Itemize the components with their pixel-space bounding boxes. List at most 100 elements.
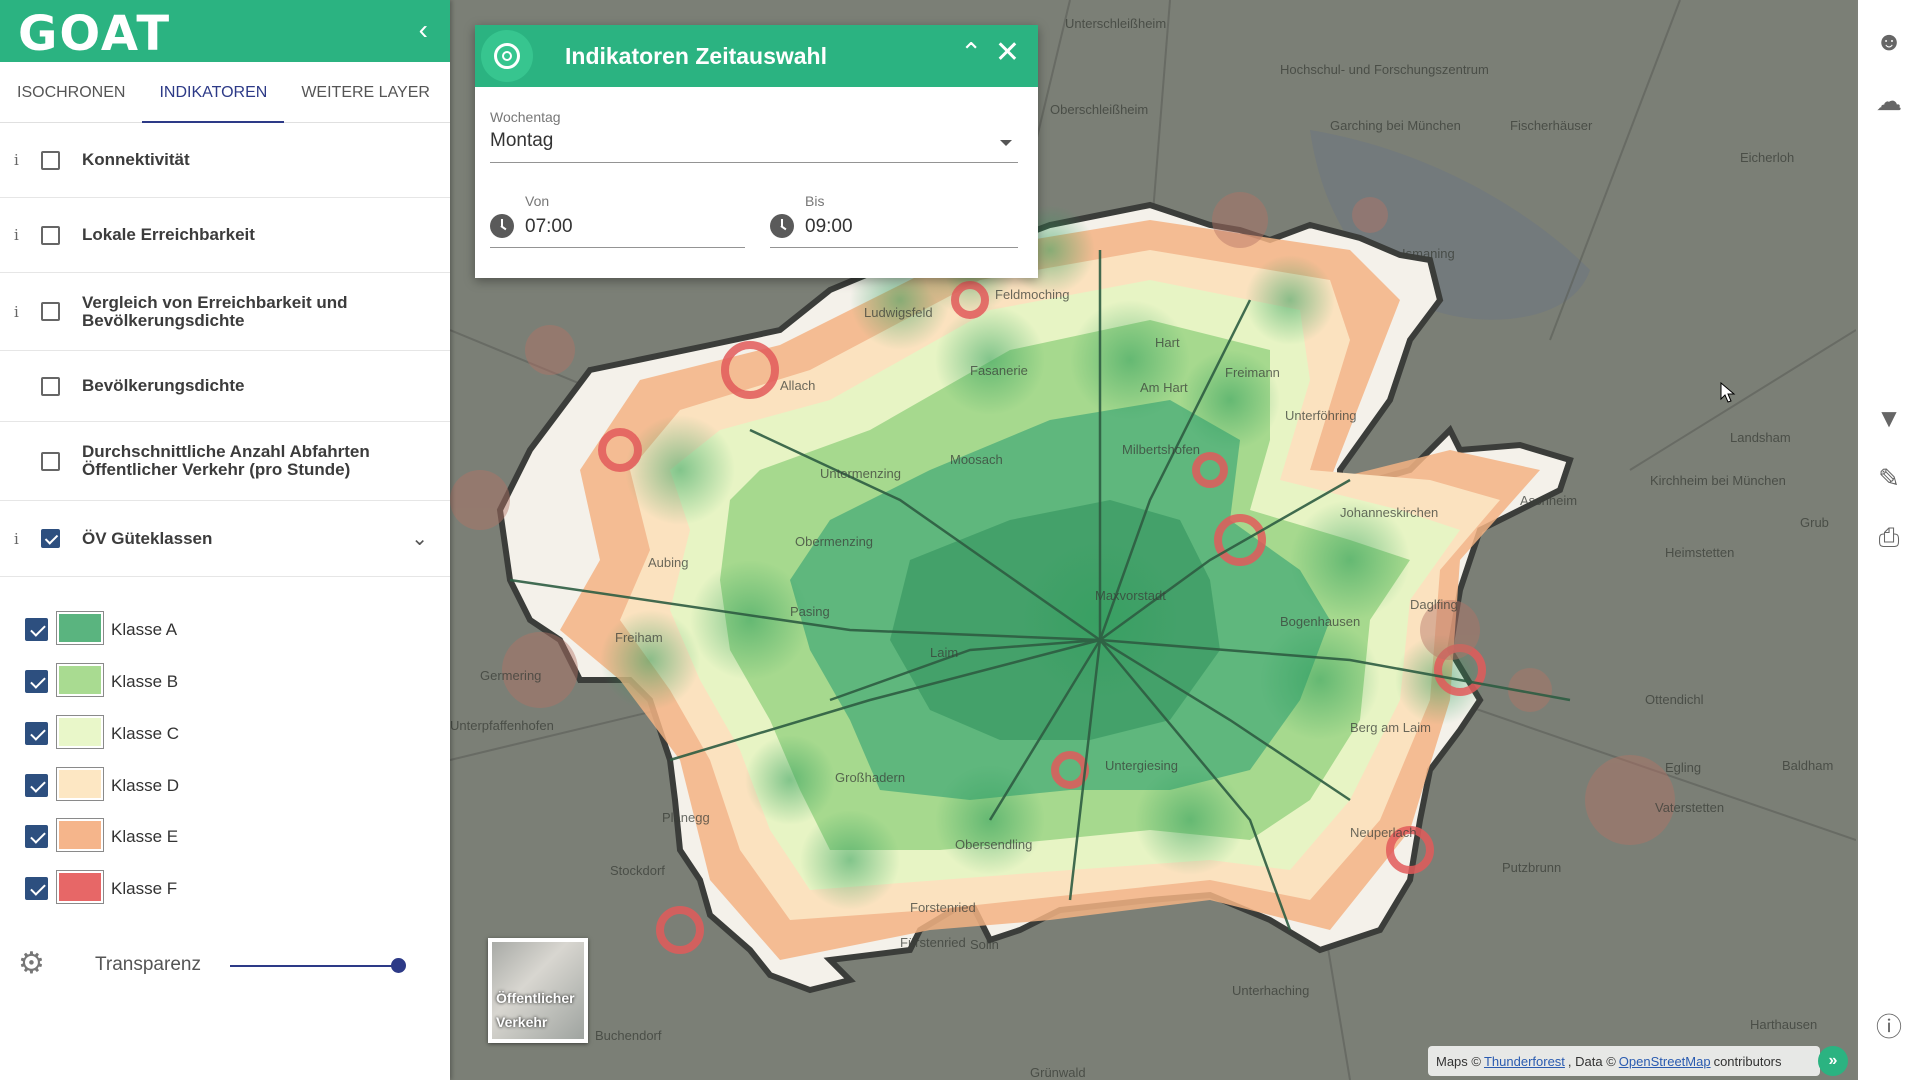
sidebar: GOAT ‹ ISOCHRONEN INDIKATOREN WEITERE LA…: [0, 0, 450, 1080]
map-label: Kirchheim bei München: [1650, 473, 1786, 488]
transparency-control: ⚙ Transparenz: [0, 940, 450, 992]
map-label: Johanneskirchen: [1340, 505, 1439, 520]
legend-checkbox[interactable]: [25, 670, 48, 693]
legend-checkbox[interactable]: [25, 877, 48, 900]
from-underline: [490, 247, 745, 248]
cloud-icon[interactable]: ☁: [1874, 86, 1904, 116]
legend-checkbox[interactable]: [25, 722, 48, 745]
legend-item-klasse-c: Klasse C: [0, 707, 450, 759]
legend-swatch: [56, 818, 104, 852]
indicator-row-bevoelkerungsdichte[interactable]: Bevölkerungsdichte: [0, 351, 450, 422]
info-icon[interactable]: ⓘ: [1874, 1010, 1904, 1042]
dropdown-caret-icon[interactable]: [1000, 140, 1012, 146]
tab-isochronen[interactable]: ISOCHRONEN: [0, 62, 142, 122]
legend-swatch: [56, 870, 104, 904]
legend-item-klasse-a: Klasse A: [0, 603, 450, 655]
weekday-underline: [490, 162, 1018, 163]
weekday-select[interactable]: Montag: [490, 130, 553, 152]
thunderforest-link[interactable]: Thunderforest: [1484, 1054, 1565, 1069]
chevron-up-icon[interactable]: ⌃: [960, 37, 982, 68]
weekday-label: Wochentag: [490, 109, 561, 125]
legend-checkbox[interactable]: [25, 825, 48, 848]
map-label: Ottendichl: [1645, 692, 1704, 707]
info-icon[interactable]: i: [14, 530, 19, 548]
filter-icon[interactable]: ▼: [1874, 403, 1904, 433]
tab-weitere-layer[interactable]: WEITERE LAYER: [284, 62, 447, 122]
target-icon: [494, 43, 520, 69]
collapse-sidebar-button[interactable]: ‹: [419, 14, 428, 46]
indicator-label: Konnektivität: [82, 150, 190, 169]
checkbox-oev-gueteklassen[interactable]: [41, 529, 60, 548]
close-icon[interactable]: ✕: [995, 35, 1020, 70]
map-label: Forstenried: [910, 900, 976, 915]
clock-icon[interactable]: [770, 214, 794, 238]
map-label: Harthausen: [1750, 1017, 1818, 1032]
info-icon[interactable]: i: [14, 303, 19, 321]
checkbox-bevoelkerungsdichte[interactable]: [41, 376, 60, 396]
attribution-toggle-button[interactable]: »: [1818, 1046, 1848, 1076]
indicator-label: Bevölkerungsdichte: [82, 376, 245, 395]
map-label: Obermenzing: [795, 534, 874, 549]
tab-indikatoren[interactable]: INDIKATOREN: [142, 62, 285, 123]
map-label: Berg am Laim: [1350, 720, 1431, 735]
map-label: Freiham: [615, 630, 663, 645]
to-time-input[interactable]: 09:00: [805, 216, 853, 238]
map-label: Feldmoching: [995, 287, 1070, 302]
map-label: Ismaning: [1402, 246, 1455, 261]
clock-icon[interactable]: [490, 214, 514, 238]
openstreetmap-link[interactable]: OpenStreetMap: [1619, 1054, 1711, 1069]
map-label: Milbertshofen: [1122, 442, 1201, 457]
layer-switch-label: Öffentlicher: [496, 990, 575, 1006]
legend-item-klasse-d: Klasse D: [0, 759, 450, 811]
user-icon[interactable]: ☻: [1874, 26, 1904, 56]
app-logo: GOAT: [18, 6, 172, 62]
map-label: Unterhaching: [1232, 983, 1310, 998]
to-underline: [770, 247, 1018, 248]
map-label: Pasing: [790, 604, 830, 619]
map-label: Neuperlach: [1350, 825, 1417, 840]
legend-item-klasse-f: Klasse F: [0, 862, 450, 914]
map-label: Landsham: [1730, 430, 1791, 445]
info-icon[interactable]: i: [14, 151, 19, 169]
legend-label: Klasse A: [111, 620, 178, 639]
transparency-slider-handle[interactable]: [391, 958, 406, 973]
map-label: Unterpfaffenhofen: [450, 718, 554, 733]
map-label: Moosach: [950, 452, 1003, 467]
indicator-row-lokale-erreichbarkeit[interactable]: i Lokale Erreichbarkeit: [0, 198, 450, 273]
edit-icon[interactable]: ✎: [1874, 463, 1904, 493]
legend-checkbox[interactable]: [25, 774, 48, 797]
legend-label: Klasse C: [111, 724, 180, 743]
checkbox-lokale-erreichbarkeit[interactable]: [41, 225, 60, 245]
map-label: Unterföhring: [1285, 408, 1357, 423]
legend-swatch: [56, 611, 104, 645]
map-label: Garching bei München: [1330, 118, 1461, 133]
from-time-input[interactable]: 07:00: [525, 216, 573, 238]
print-icon[interactable]: ⎙: [1874, 522, 1904, 553]
chevron-down-icon[interactable]: ⌄: [411, 526, 428, 551]
checkbox-abfahrten[interactable]: [41, 451, 60, 471]
map-label: Am Hart: [1140, 380, 1188, 395]
map-label: Aschheim: [1520, 493, 1578, 508]
map-label: Putzbrunn: [1502, 860, 1562, 875]
dialog-icon-wrap: [481, 30, 533, 82]
checkbox-vergleich[interactable]: [41, 302, 60, 321]
legend-swatch: [56, 663, 104, 697]
indicator-row-vergleich[interactable]: i Vergleich von Erreichbarkeit und Bevöl…: [0, 273, 450, 351]
checkbox-konnektivitaet[interactable]: [41, 150, 60, 170]
map-label: Solln: [970, 937, 999, 952]
indicator-row-konnektivitaet[interactable]: i Konnektivität: [0, 123, 450, 198]
map-label: Vaterstetten: [1655, 800, 1725, 815]
transparency-slider-track[interactable]: [230, 965, 400, 967]
layer-switch-thumbnail[interactable]: Öffentlicher Verkehr: [488, 938, 588, 1043]
map-label: Allach: [780, 378, 816, 393]
info-icon[interactable]: i: [14, 226, 19, 244]
indicator-label: Lokale Erreichbarkeit: [82, 225, 255, 244]
dialog-title: Indikatoren Zeitauswahl: [565, 43, 827, 69]
attribution-prefix: Maps ©: [1436, 1053, 1481, 1069]
map-label: Bogenhausen: [1280, 614, 1361, 629]
indicator-row-abfahrten[interactable]: Durchschnittliche Anzahl Abfahrten Öffen…: [0, 422, 450, 501]
gear-icon[interactable]: ⚙: [18, 946, 45, 981]
transparency-label: Transparenz: [95, 954, 201, 975]
indicator-row-oev-gueteklassen[interactable]: i ÖV Güteklassen ⌄: [0, 501, 450, 577]
legend-checkbox[interactable]: [25, 618, 48, 641]
